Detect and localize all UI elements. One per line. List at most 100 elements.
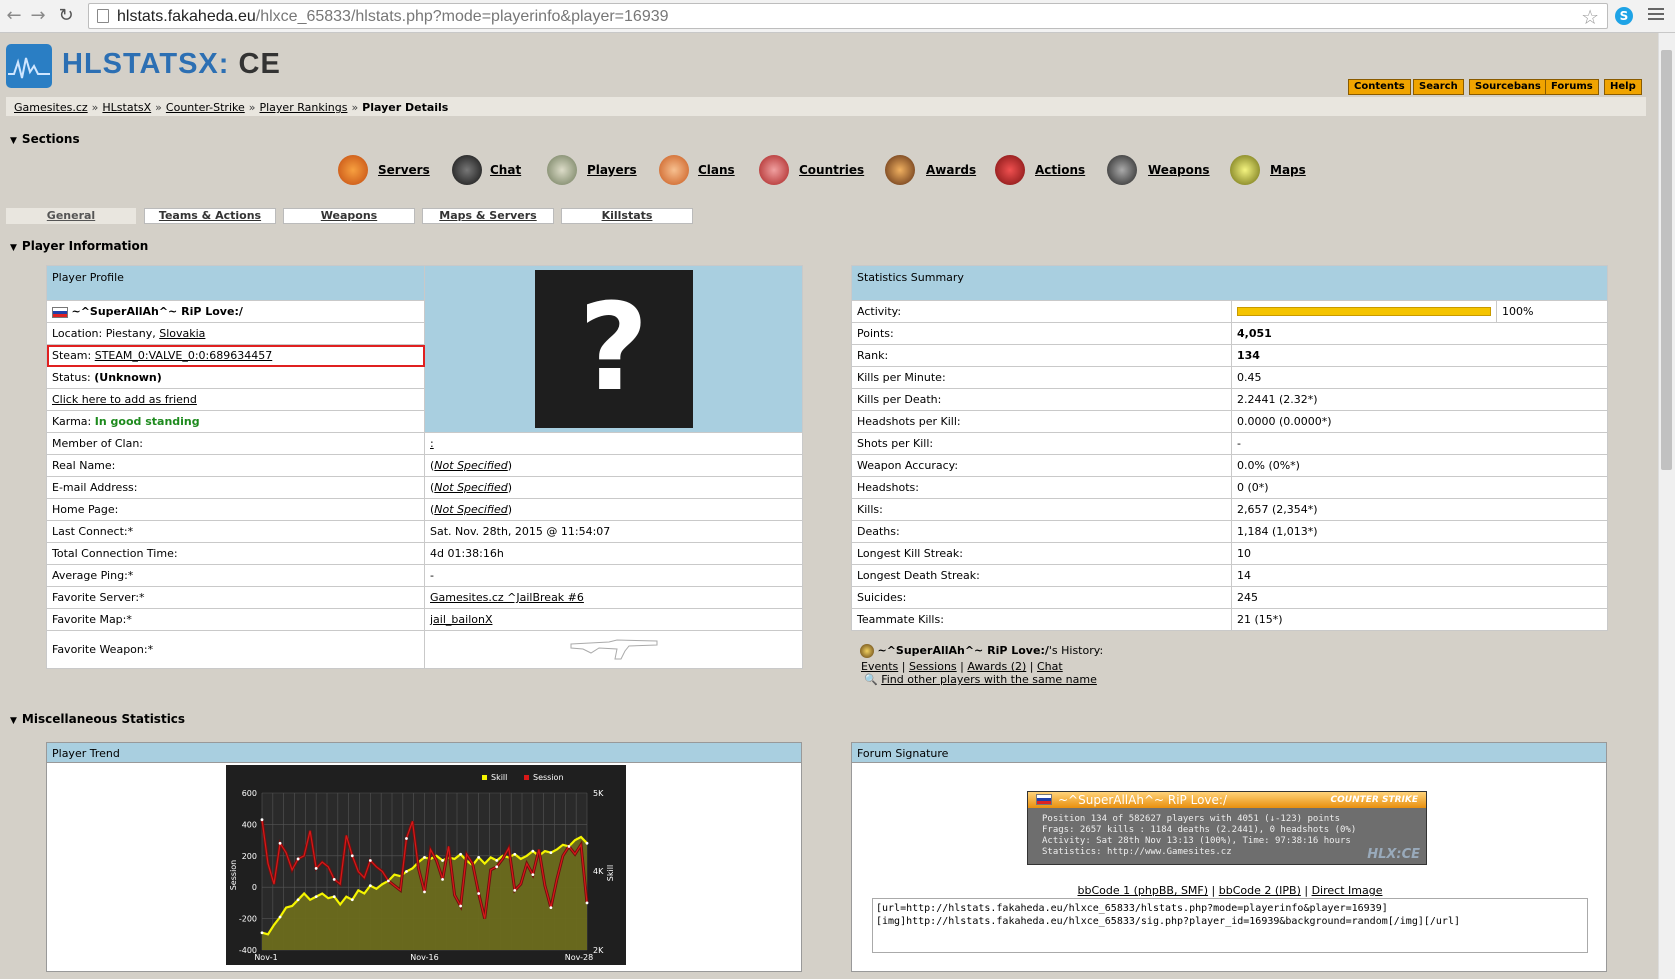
breadcrumb-player-rankings[interactable]: Player Rankings (259, 101, 347, 114)
player-information-heading[interactable]: ▼ Player Information (10, 239, 148, 253)
tab-general[interactable]: General (6, 208, 136, 224)
menu-icon[interactable] (1648, 8, 1664, 22)
stats-label: Kills per Death: (851, 388, 1232, 411)
logo-text: HLSTATSX: CE (62, 48, 281, 80)
weapon-ak47-icon (570, 639, 657, 660)
data-point (549, 851, 553, 855)
browser-toolbar: ← → ↻ hlstats.fakaheda.eu/hlxce_65833/hl… (0, 0, 1675, 33)
data-point (585, 841, 589, 845)
data-point (495, 865, 499, 869)
reload-icon[interactable]: ↻ (54, 4, 78, 28)
url-host: hlstats.fakaheda.eu (117, 8, 256, 25)
skype-icon[interactable]: S (1615, 7, 1633, 25)
data-point (260, 931, 264, 935)
breadcrumb: Gamesites.cz» HLstatsX» Counter-Strike» Pla… (14, 101, 449, 114)
signature-code-textarea[interactable]: [url=http://hlstats.fakaheda.eu/hlxce_65… (872, 898, 1588, 953)
tab-teams-actions[interactable]: Teams & Actions (144, 208, 276, 224)
steam-id-link[interactable]: STEAM_0:VALVE_0:0:689634457 (95, 349, 273, 362)
activity-percent: 100% (1496, 300, 1608, 323)
stats-value: 4,051 (1231, 322, 1608, 345)
profile-row-value: Gamesites.cz ^JailBreak #6 (424, 586, 803, 609)
breadcrumb-counter-strike[interactable]: Counter-Strike (166, 101, 245, 114)
stats-label: Suicides: (851, 586, 1232, 609)
stats-value: 14 (1231, 564, 1608, 587)
help-button[interactable]: Help (1604, 79, 1642, 95)
history-events-link[interactable]: Events (861, 660, 898, 673)
y-right-tick: 2K (593, 946, 604, 955)
maps-icon (1230, 155, 1260, 185)
chat-icon (452, 155, 482, 185)
history-sessions-link[interactable]: Sessions (909, 660, 957, 673)
statistics-summary-table: Statistics Summary Activity: 100% Points… (851, 265, 1608, 631)
player-history: ~^SuperAllAh^~ RiP Love:/'s History: Eve… (860, 644, 1104, 686)
steam-cell: Steam: STEAM_0:VALVE_0:0:689634457 (46, 344, 425, 367)
tab-killstats[interactable]: Killstats (561, 208, 693, 224)
avatar: ? (534, 270, 693, 428)
add-friend-link[interactable]: Click here to add as friend (52, 393, 197, 406)
bbcode1-link[interactable]: bbCode 1 (phpBB, SMF) (1078, 884, 1209, 897)
y-left-tick: -200 (239, 915, 257, 924)
data-point (513, 852, 517, 856)
slovakia-flag-icon (52, 306, 68, 318)
data-point (513, 888, 517, 892)
back-icon[interactable]: ← (2, 4, 26, 28)
address-bar[interactable]: hlstats.fakaheda.eu/hlxce_65833/hlstats.… (88, 3, 1608, 29)
stats-label: Points: (851, 322, 1232, 345)
data-point (296, 898, 300, 902)
profile-name-cell: ~^SuperAllAh^~ RiP Love:/ (46, 300, 425, 323)
stats-value: 0.0% (0%*) (1231, 454, 1608, 477)
history-chat-link[interactable]: Chat (1037, 660, 1063, 673)
data-point (549, 906, 553, 910)
players-icon (547, 155, 577, 185)
stats-value: 1,184 (1,013*) (1231, 520, 1608, 543)
tab-maps-servers[interactable]: Maps & Servers (422, 208, 554, 224)
profile-value-link[interactable]: jail_bailonX (430, 613, 492, 626)
bbcode2-link[interactable]: bbCode 2 (IPB) (1219, 884, 1301, 897)
bookmark-star-icon[interactable]: ☆ (1581, 5, 1599, 29)
signature-header: Forum Signature (852, 743, 1606, 763)
profile-row-label: Favorite Map:* (46, 608, 425, 631)
sig-line: Position 134 of 582627 players with 4051… (1042, 814, 1341, 824)
legend-swatch (524, 775, 529, 780)
awards-icon (885, 155, 915, 185)
data-point (314, 895, 318, 899)
profile-row-value: jail_bailonX (424, 608, 803, 631)
not-specified-value: Not Specified (434, 459, 508, 472)
avatar-cell: ? (424, 265, 803, 433)
forward-icon[interactable]: → (26, 4, 50, 28)
forums-button[interactable]: Forums (1545, 79, 1599, 95)
profile-value-link[interactable]: : (430, 437, 434, 450)
x-tick: Nov-28 (565, 953, 593, 962)
direct-image-link[interactable]: Direct Image (1312, 884, 1383, 897)
karma-value: In good standing (94, 415, 200, 428)
history-awards-link[interactable]: Awards (2) (967, 660, 1026, 673)
y-left-tick: 600 (242, 789, 257, 798)
page-icon (97, 9, 109, 23)
contents-button[interactable]: Contents (1348, 79, 1411, 95)
forum-signature-panel: Forum Signature ~^SuperAllAh^~ RiP Love:… (851, 742, 1607, 972)
breadcrumb-hlstatsx[interactable]: HLstatsX (102, 101, 151, 114)
location-country-link[interactable]: Slovakia (159, 327, 205, 340)
data-point (459, 852, 463, 856)
stats-label: Teammate Kills: (851, 608, 1232, 631)
servers-icon (338, 155, 368, 185)
logo-icon[interactable] (6, 44, 52, 88)
player-name: ~^SuperAllAh^~ RiP Love:/ (71, 305, 243, 318)
data-point (350, 898, 354, 902)
sourcebans-button[interactable]: Sourcebans (1469, 79, 1547, 95)
misc-statistics-heading[interactable]: ▼ Miscellaneous Statistics (10, 712, 185, 726)
tab-weapons[interactable]: Weapons (283, 208, 415, 224)
profile-row-label: Real Name: (46, 454, 425, 477)
breadcrumb-gamesites[interactable]: Gamesites.cz (14, 101, 88, 114)
profile-value-link[interactable]: Gamesites.cz ^JailBreak #6 (430, 591, 584, 604)
stats-value: 2.2441 (2.32*) (1231, 388, 1608, 411)
sections-heading[interactable]: ▼ Sections (10, 132, 80, 146)
legend-label: Session (533, 773, 564, 782)
stats-value: 0 (0*) (1231, 476, 1608, 499)
scrollbar-thumb[interactable] (1661, 50, 1672, 470)
activity-bar-cell (1231, 300, 1497, 323)
search-icon: 🔍 (864, 673, 878, 686)
history-suffix: 's History: (1048, 644, 1104, 657)
find-same-name-link[interactable]: Find other players with the same name (881, 673, 1097, 686)
search-button[interactable]: Search (1413, 79, 1464, 95)
